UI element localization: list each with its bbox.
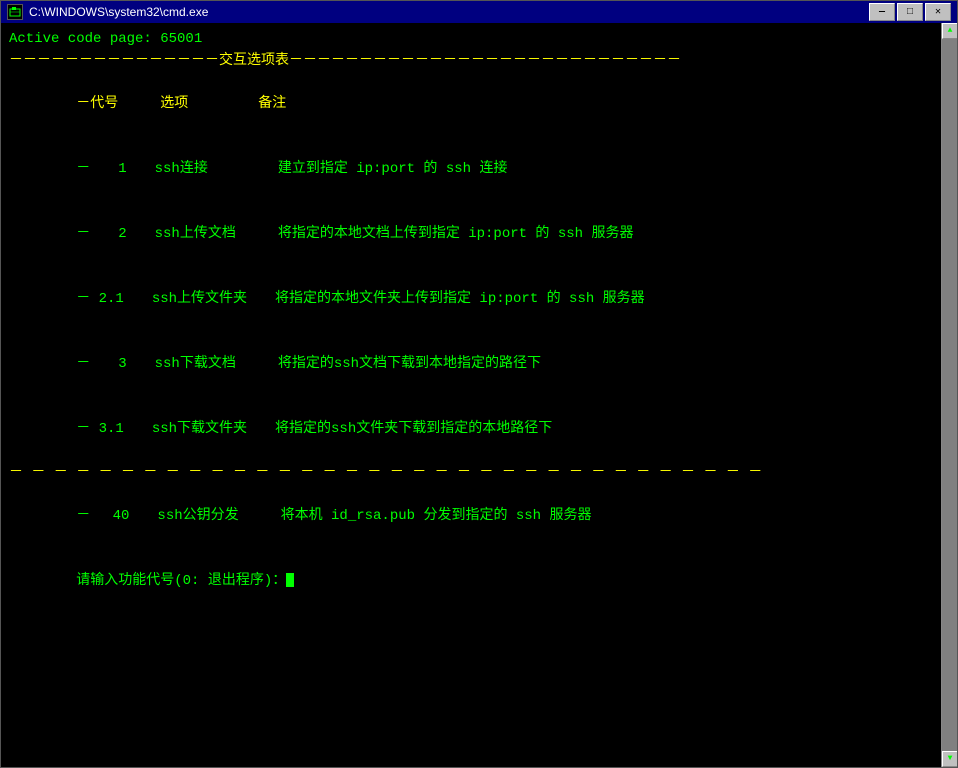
active-code-line: Active code page: 65001 xyxy=(9,29,931,51)
window-controls: — □ ✕ xyxy=(869,3,951,21)
table-row: － 2.1 ssh上传文件夹 将指定的本地文件夹上传到指定 ip:port 的 … xyxy=(9,268,931,333)
table-row: － 3.1 ssh下载文件夹 将指定的ssh文件夹下载到指定的本地路径下 xyxy=(9,398,931,463)
maximize-button[interactable]: □ xyxy=(897,3,923,21)
table-row: － 2 ssh上传文档 将指定的本地文档上传到指定 ip:port 的 ssh … xyxy=(9,203,931,268)
minimize-button[interactable]: — xyxy=(869,3,895,21)
title-bar: C:\WINDOWS\system32\cmd.exe — □ ✕ xyxy=(1,1,957,23)
cmd-window: C:\WINDOWS\system32\cmd.exe — □ ✕ Active… xyxy=(0,0,958,768)
window-title: C:\WINDOWS\system32\cmd.exe xyxy=(29,5,869,19)
prompt-text: 请输入功能代号(0: 退出程序)： xyxy=(76,573,286,589)
cursor-block xyxy=(286,573,294,587)
window-icon xyxy=(7,4,23,20)
table-row: － 3 ssh下载文档 将指定的ssh文档下载到本地指定的路径下 xyxy=(9,333,931,398)
table-header: －代号 选项 备注 xyxy=(9,72,931,137)
menu-title-text: 交互选项表 xyxy=(219,53,289,69)
top-separator: －－－－－－－－－－－－－－－交互选项表－－－－－－－－－－－－－－－－－－－－… xyxy=(9,51,931,73)
header-code: 代号 xyxy=(90,96,118,112)
scroll-track[interactable] xyxy=(942,39,957,751)
header-option: 选项 xyxy=(160,96,188,112)
scrollbar[interactable]: ▲ ▼ xyxy=(941,23,957,767)
dash-separator: － － － － － － － － － － － － － － － － － － － － … xyxy=(9,463,931,485)
scroll-up-button[interactable]: ▲ xyxy=(942,23,957,39)
table-row: － 1 ssh连接 建立到指定 ip:port 的 ssh 连接 xyxy=(9,137,931,202)
header-desc: 备注 xyxy=(258,96,286,112)
header-dash: － xyxy=(76,96,90,112)
close-button[interactable]: ✕ xyxy=(925,3,951,21)
scroll-down-button[interactable]: ▼ xyxy=(942,751,957,767)
prompt-line: 请输入功能代号(0: 退出程序)： xyxy=(9,550,931,615)
terminal-area[interactable]: Active code page: 65001 －－－－－－－－－－－－－－－交… xyxy=(1,23,957,767)
table-row-40: － 40 ssh公钥分发 将本机 id_rsa.pub 分发到指定的 ssh 服… xyxy=(9,484,931,549)
